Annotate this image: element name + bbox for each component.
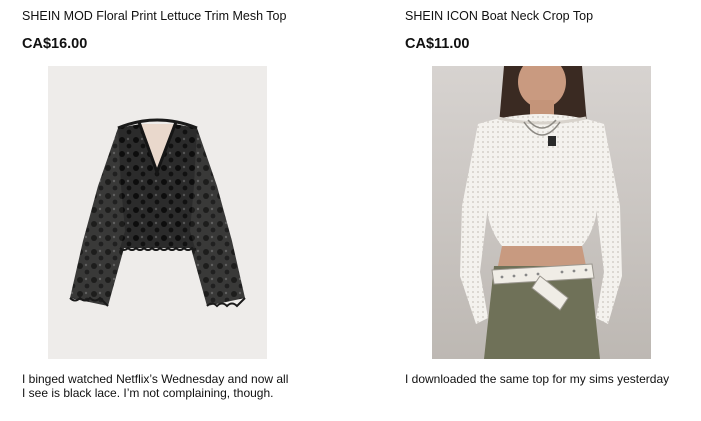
product-caption: I binged watched Netflix’s Wednesday and… xyxy=(22,372,288,400)
product-image-crop-top[interactable] xyxy=(432,66,651,359)
caption-line: I see is black lace. I’m not complaining… xyxy=(22,386,274,400)
product-title[interactable]: SHEIN ICON Boat Neck Crop Top xyxy=(405,9,593,23)
product-title[interactable]: SHEIN MOD Floral Print Lettuce Trim Mesh… xyxy=(22,9,286,23)
product-image-mesh-top[interactable] xyxy=(48,66,267,359)
caption-line: I binged watched Netflix’s Wednesday and… xyxy=(22,372,289,386)
black-lace-top-illustration xyxy=(69,118,246,308)
caption-line: I downloaded the same top for my sims ye… xyxy=(405,372,670,386)
model-wearing-crop-top-illustration xyxy=(432,66,651,359)
product-caption: I downloaded the same top for my sims ye… xyxy=(405,372,669,386)
product-price: CA$16.00 xyxy=(22,36,88,52)
product-price: CA$11.00 xyxy=(405,36,470,52)
